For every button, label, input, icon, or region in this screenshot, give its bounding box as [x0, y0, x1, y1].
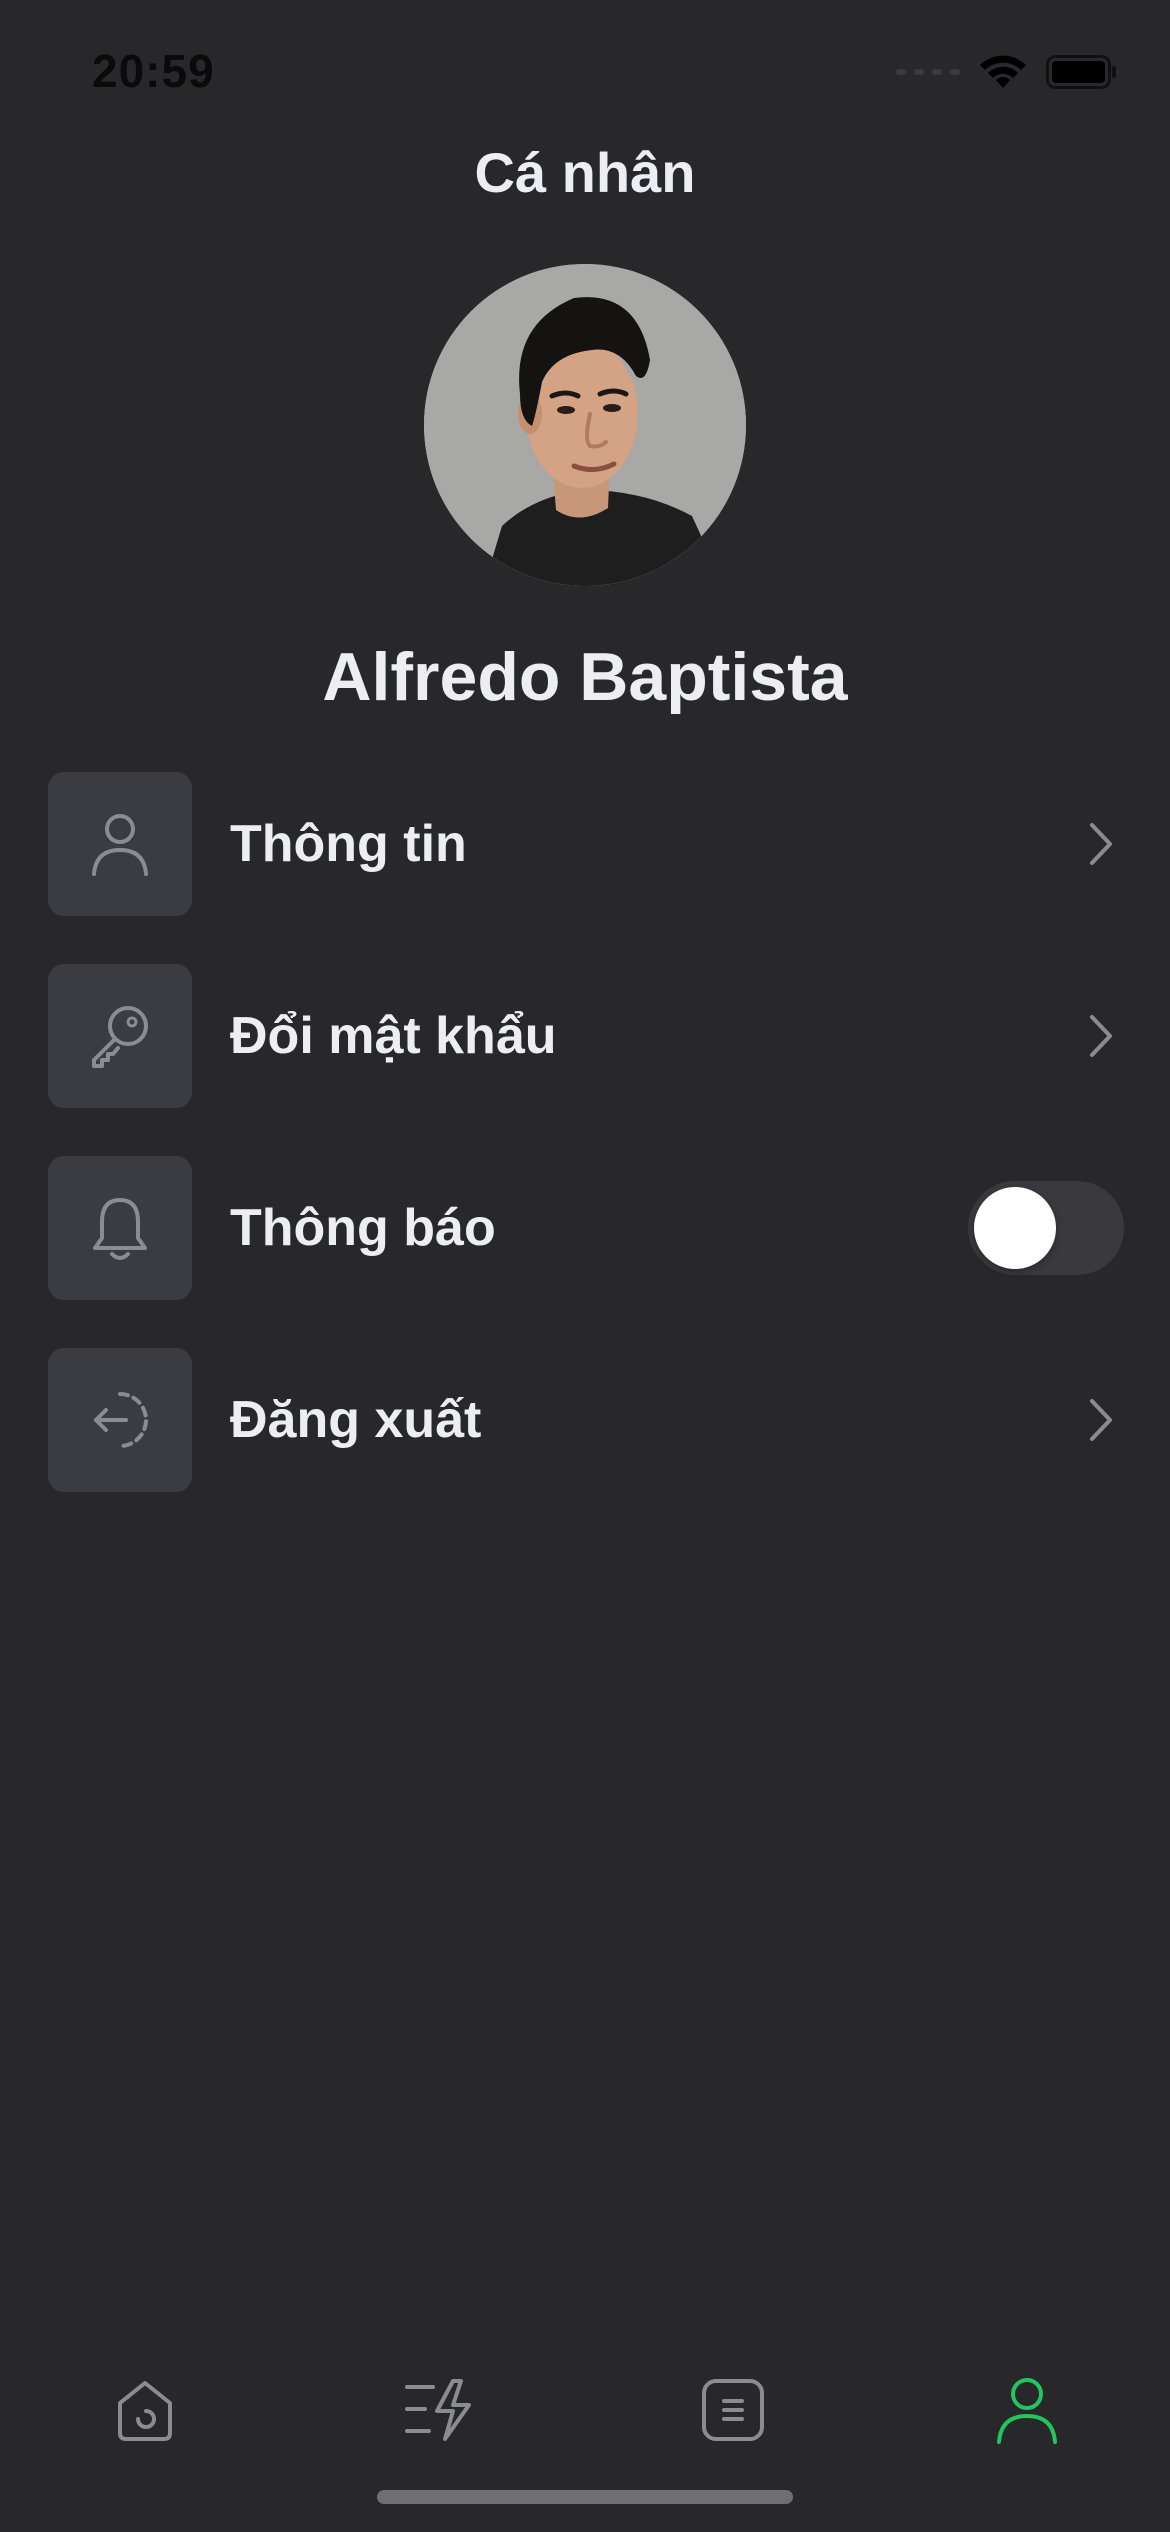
toggle-knob	[974, 1187, 1056, 1269]
menu-item-notifications: Thông báo	[48, 1156, 1124, 1300]
chevron-right-icon	[1090, 1399, 1112, 1441]
tab-profile[interactable]	[987, 2370, 1067, 2450]
notifications-toggle[interactable]	[968, 1181, 1124, 1275]
home-indicator	[377, 2490, 793, 2504]
settings-menu: Thông tin Đổi mật khẩu Thông báo Đăng xu…	[48, 772, 1124, 1540]
home-icon	[118, 2381, 172, 2441]
logout-icon	[94, 1392, 148, 1448]
status-bar: 20:59	[0, 0, 1170, 150]
status-time: 20:59	[92, 45, 215, 97]
key-icon	[92, 1006, 148, 1068]
menu-item-label: Thông tin	[230, 815, 467, 873]
tab-documents[interactable]	[693, 2370, 773, 2450]
menu-icon-box	[48, 1348, 192, 1492]
profile-icon	[997, 2378, 1057, 2444]
menu-item-info[interactable]: Thông tin	[48, 772, 1122, 916]
status-icons	[896, 54, 1118, 90]
tab-bar	[0, 2350, 1170, 2470]
menu-icon-box	[48, 1156, 192, 1300]
avatar[interactable]	[424, 264, 746, 586]
chevron-right-icon	[1090, 1015, 1112, 1057]
menu-item-label: Đăng xuất	[230, 1391, 482, 1449]
wifi-icon	[980, 55, 1026, 88]
menu-item-label: Đổi mật khẩu	[230, 1007, 557, 1065]
user-icon	[92, 814, 148, 876]
document-icon	[702, 2379, 764, 2441]
menu-item-change-password[interactable]: Đổi mật khẩu	[48, 964, 1122, 1108]
bell-icon	[93, 1198, 147, 1260]
chevron-right-icon	[1090, 823, 1112, 865]
tab-activity[interactable]	[399, 2370, 479, 2450]
user-name: Alfredo Baptista	[322, 639, 848, 715]
cellular-signal-icon	[896, 69, 960, 75]
battery-icon	[1046, 55, 1116, 89]
menu-icon-box	[48, 772, 192, 916]
page-title: Cá nhân	[474, 141, 696, 204]
menu-icon-box	[48, 964, 192, 1108]
menu-item-logout[interactable]: Đăng xuất	[48, 1348, 1122, 1492]
activity-icon	[405, 2379, 471, 2441]
avatar-photo	[424, 264, 746, 586]
tab-home[interactable]	[105, 2370, 185, 2450]
